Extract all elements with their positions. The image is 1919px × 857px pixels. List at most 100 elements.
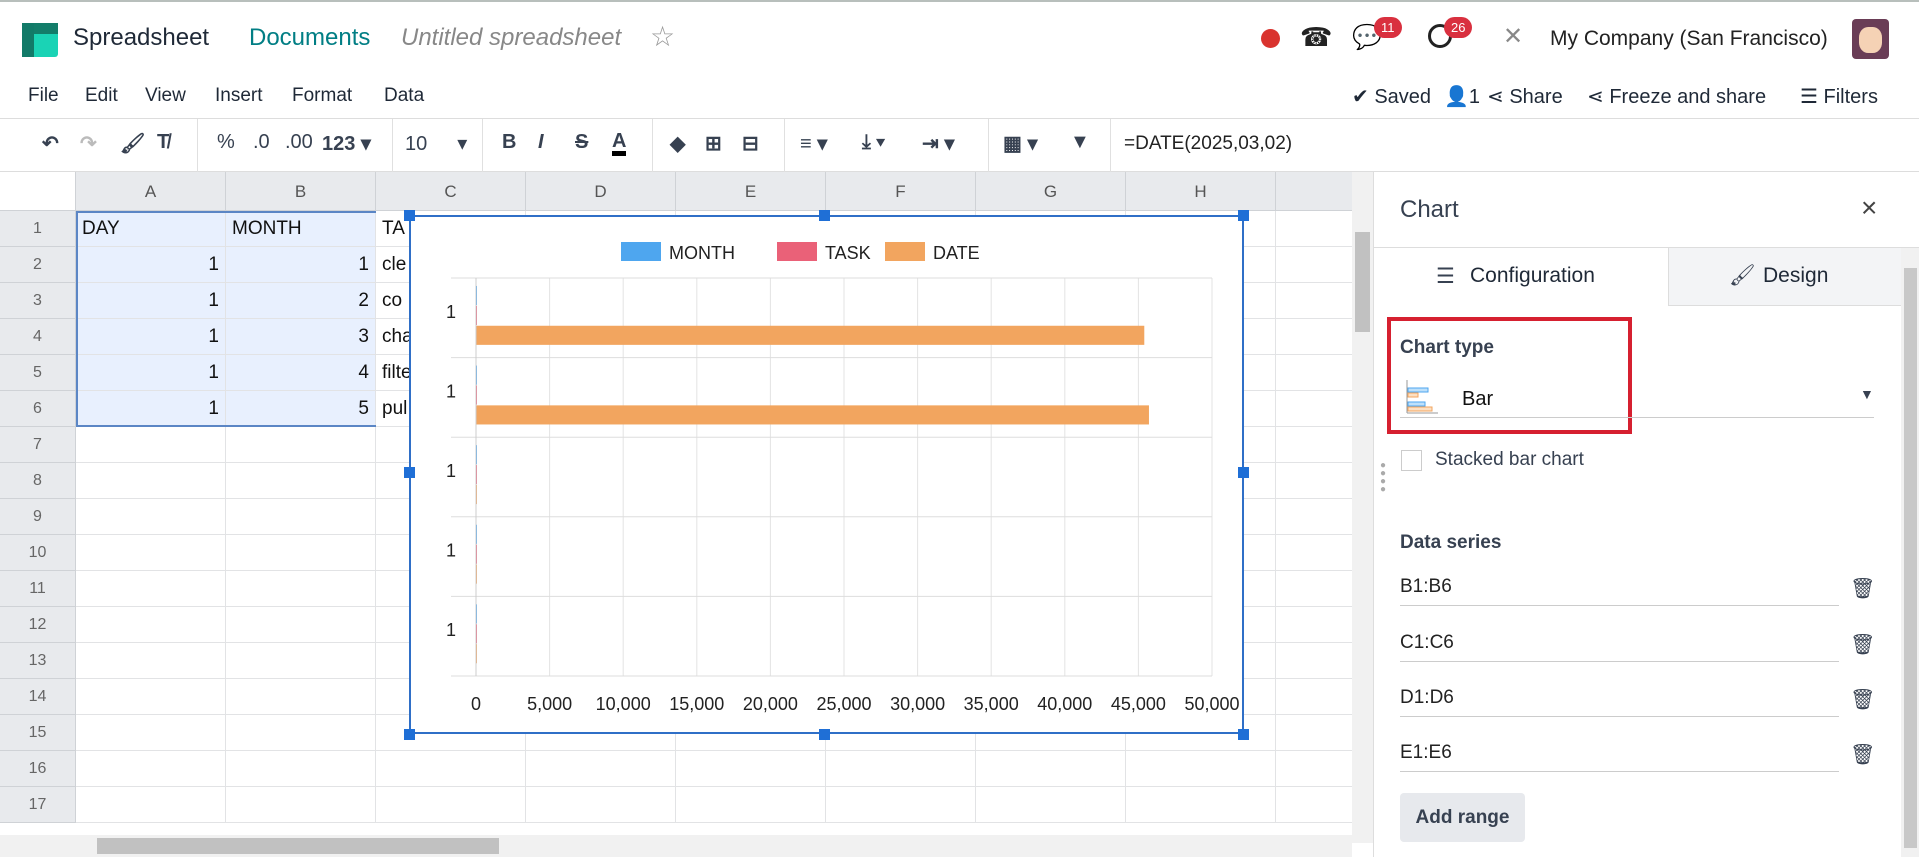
italic-icon[interactable]: I [538,131,544,154]
trash-icon[interactable]: 🗑 [1850,576,1875,602]
cell[interactable] [1276,679,1352,715]
cell[interactable] [226,607,376,643]
row-header[interactable]: 10 [0,535,76,571]
row-header[interactable]: 4 [0,319,76,355]
select-all-corner[interactable] [0,172,76,211]
range-input[interactable]: E1:E6 [1400,738,1839,772]
freeze-and-share-button[interactable]: ⋖ Freeze and share [1587,84,1766,109]
font-size-dropdown[interactable]: 10 ▾ [405,131,467,156]
strikethrough-icon[interactable]: S [575,131,588,154]
cell[interactable] [76,787,226,823]
collaborators-count[interactable]: 👤1 [1444,84,1480,109]
menu-edit[interactable]: Edit [85,85,118,107]
row-header[interactable]: 6 [0,391,76,427]
cell[interactable] [226,751,376,787]
cell[interactable] [1276,319,1352,355]
resize-handle[interactable] [819,729,830,740]
cell[interactable] [226,679,376,715]
paint-format-icon[interactable]: 🖌 [120,131,145,156]
row-header[interactable]: 7 [0,427,76,463]
range-input[interactable]: D1:D6 [1400,683,1839,717]
cell[interactable] [976,751,1126,787]
resize-handle[interactable] [404,467,415,478]
drag-handle-icon[interactable]: ● ● ● ● [1380,461,1386,495]
cell[interactable] [76,571,226,607]
row-header[interactable]: 2 [0,247,76,283]
cell[interactable] [76,679,226,715]
tab-design[interactable]: 🖌 Design [1668,248,1901,306]
cell[interactable] [226,535,376,571]
menu-format[interactable]: Format [292,85,352,107]
text-color-icon[interactable]: A [612,131,627,156]
cell[interactable] [526,787,676,823]
panel-scrollbar[interactable] [1901,248,1919,857]
bold-icon[interactable]: B [502,131,516,154]
cell[interactable] [226,427,376,463]
app-name[interactable]: Spreadsheet [73,24,209,52]
cell[interactable] [1276,499,1352,535]
cell[interactable] [1276,247,1352,283]
menu-data[interactable]: Data [384,85,424,107]
bar-chart[interactable]: 0 5,000 10,000 15,000 20,000 25,000 30,000 35,0… [409,215,1244,734]
cell[interactable] [826,787,976,823]
cell[interactable] [76,751,226,787]
spreadsheet-logo-icon[interactable] [22,23,58,57]
borders-icon[interactable]: ⊞ [705,131,722,156]
resize-handle[interactable] [1238,210,1249,221]
range-input[interactable]: B1:B6 [1400,572,1839,606]
company-switcher[interactable]: My Company (San Francisco) [1550,27,1828,51]
cell[interactable] [76,535,226,571]
decrease-decimal-button[interactable]: .0 [253,131,270,154]
menu-file[interactable]: File [28,85,59,107]
formula-bar[interactable]: =DATE(2025,03,02) [1124,133,1292,155]
column-header-g[interactable]: G [976,172,1126,211]
fill-color-icon[interactable]: ◆ [670,131,685,156]
cell[interactable] [1276,571,1352,607]
cell[interactable] [226,643,376,679]
stacked-checkbox[interactable] [1401,450,1422,471]
cell[interactable] [76,607,226,643]
phone-icon[interactable]: ☎ [1300,22,1332,53]
cell[interactable] [1276,643,1352,679]
row-header[interactable]: 1 [0,211,76,247]
cell[interactable] [1126,787,1276,823]
redo-icon[interactable]: ↷ [80,131,97,156]
resize-handle[interactable] [819,210,830,221]
conditional-format-dropdown[interactable]: ▦ ▾ [1003,131,1038,156]
horizontal-align-dropdown[interactable]: ≡ ▾ [800,131,827,156]
vertical-align-dropdown[interactable]: ⤓ ▾ [862,131,885,154]
column-header-d[interactable]: D [526,172,676,211]
user-avatar[interactable] [1852,19,1889,59]
undo-icon[interactable]: ↶ [42,131,59,156]
row-header[interactable]: 5 [0,355,76,391]
menu-insert[interactable]: Insert [215,85,263,107]
clear-format-icon[interactable]: T̸ [157,131,169,154]
cell[interactable] [76,643,226,679]
cell[interactable] [1276,715,1352,751]
cell[interactable] [76,499,226,535]
cell[interactable] [1276,211,1352,247]
cell[interactable] [376,751,526,787]
cell[interactable] [376,787,526,823]
filter-icon[interactable]: ▼ [1070,131,1090,154]
trash-icon[interactable]: 🗑 [1850,742,1875,768]
share-button[interactable]: ⋖ Share [1487,84,1563,109]
tab-configuration[interactable]: ☰ Configuration [1374,248,1668,306]
cell[interactable] [226,463,376,499]
row-header[interactable]: 11 [0,571,76,607]
settings-tools-icon[interactable]: ✕ [1503,22,1523,51]
cell[interactable] [676,787,826,823]
cell[interactable] [226,571,376,607]
column-header-f[interactable]: F [826,172,976,211]
close-icon[interactable]: × [1861,192,1877,224]
cell[interactable] [1276,391,1352,427]
cell[interactable] [526,751,676,787]
column-header-b[interactable]: B [226,172,376,211]
row-header[interactable]: 13 [0,643,76,679]
add-range-button[interactable]: Add range [1400,793,1525,842]
breadcrumb-documents[interactable]: Documents [249,24,370,52]
row-header[interactable]: 8 [0,463,76,499]
cell[interactable] [676,751,826,787]
increase-decimal-button[interactable]: .00 [285,131,313,154]
chart-type-select[interactable]: Bar ▼ [1400,374,1874,418]
